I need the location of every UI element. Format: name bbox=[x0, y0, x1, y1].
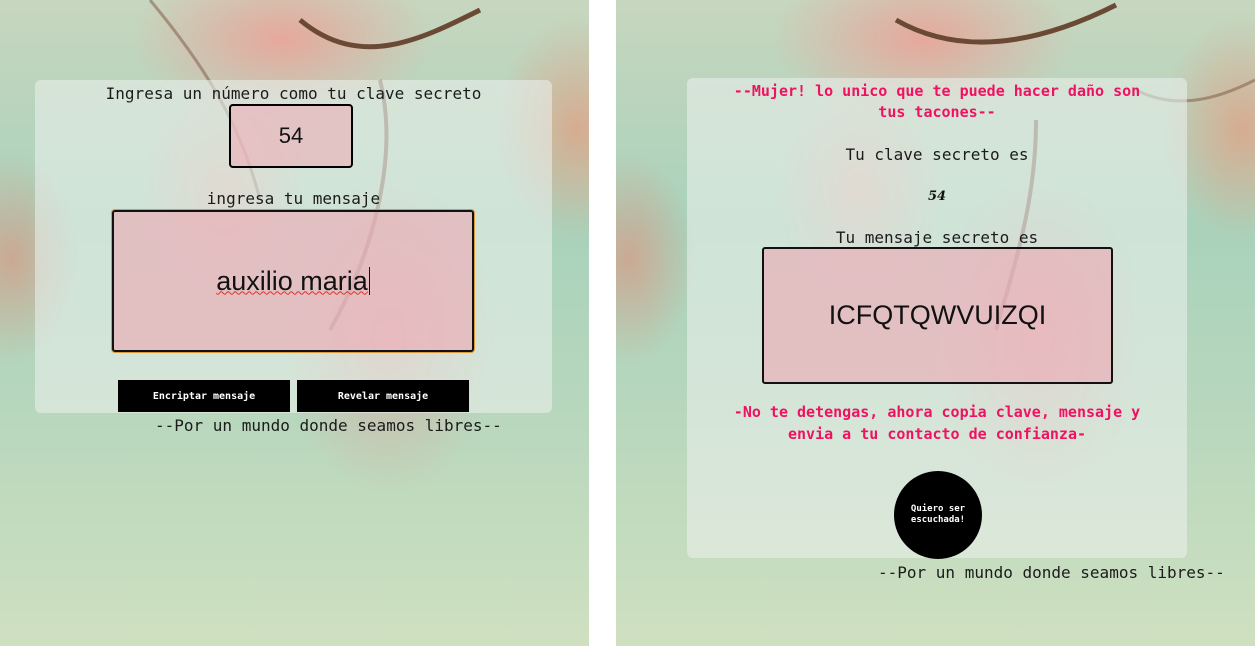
secret-key-value: 54 bbox=[927, 189, 947, 204]
heading-line-2: tus tacones-- bbox=[878, 103, 996, 121]
encrypt-form-card: Ingresa un número como tu clave secreto … bbox=[35, 80, 552, 413]
key-prompt-label: Ingresa un número como tu clave secreto bbox=[105, 84, 482, 103]
secret-key-input[interactable]: 54 bbox=[229, 104, 353, 168]
reveal-button[interactable]: Revelar mensaje bbox=[297, 380, 469, 412]
encrypted-message-output[interactable]: ICFQTQWVUIZQI bbox=[762, 247, 1113, 384]
message-text: auxilio maria bbox=[216, 265, 368, 296]
result-card: --Mujer! lo unico que te puede hacer dañ… bbox=[687, 78, 1187, 559]
be-heard-button[interactable]: Quiero ser escuchada! bbox=[894, 471, 982, 559]
footer-slogan: --Por un mundo donde seamos libres-- bbox=[878, 563, 1225, 582]
text-caret bbox=[368, 267, 370, 295]
instruction-line-2: envia a tu contacto de confianza- bbox=[787, 425, 1086, 443]
encrypt-button[interactable]: Encriptar mensaje bbox=[118, 380, 290, 412]
instruction-line-1: -No te detengas, ahora copia clave, mens… bbox=[733, 403, 1141, 421]
encrypt-screen: Ingresa un número como tu clave secreto … bbox=[0, 0, 589, 646]
heading-line-1: --Mujer! lo unico que te puede hacer dañ… bbox=[733, 82, 1141, 100]
key-result-label: Tu clave secreto es bbox=[845, 145, 1029, 164]
be-heard-button-line-1: Quiero ser bbox=[910, 504, 966, 514]
result-screen: --Mujer! lo unico que te puede hacer dañ… bbox=[616, 0, 1255, 646]
footer-slogan: --Por un mundo donde seamos libres-- bbox=[155, 416, 502, 435]
be-heard-button-line-2: escuchada! bbox=[910, 515, 966, 525]
message-prompt-label: ingresa tu mensaje bbox=[206, 189, 381, 208]
message-textarea[interactable]: auxilio maria bbox=[112, 210, 474, 352]
message-result-label: Tu mensaje secreto es bbox=[835, 228, 1039, 247]
